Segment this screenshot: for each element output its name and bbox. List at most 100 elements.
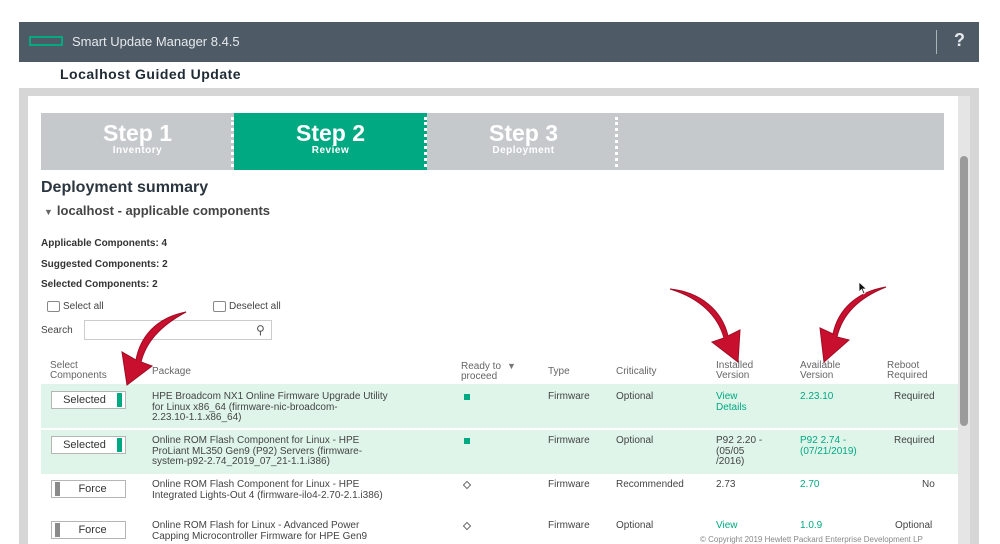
available-version: 2.70 [800, 479, 820, 490]
available-line: (07/21/2019) [800, 445, 857, 457]
step-1[interactable]: Step 1 Inventory [41, 113, 234, 170]
available-version: 2.23.10 [800, 391, 834, 403]
collapse-triangle-icon: ▼ [44, 207, 53, 217]
installed-version: P92 2.20 - (05/05 /2016) [716, 435, 763, 468]
suggested-count: Suggested Components: 2 [41, 259, 168, 270]
package-name[interactable]: Online ROM Flash Component for Linux - H… [152, 479, 383, 501]
step-1-label: Step 1 [102, 120, 173, 146]
selected-button[interactable]: Selected [51, 436, 126, 454]
reboot-cell: Required [894, 391, 935, 402]
selected-button[interactable]: Selected [51, 391, 126, 409]
available-version: 1.0.9 [800, 520, 823, 531]
step-2-label: Step 2 [295, 120, 366, 146]
table-row[interactable]: Selected Online ROM Flash Component for … [41, 430, 958, 474]
search-icon[interactable]: ⚲ [256, 323, 954, 337]
app-header: Smart Update Manager 8.4.5 ? [19, 22, 979, 62]
button-label: Force [78, 483, 107, 495]
search-input[interactable] [84, 320, 272, 340]
button-label: Selected [63, 439, 106, 451]
button-label: Selected [63, 394, 106, 406]
installed-version: 2.73 [716, 479, 736, 490]
col-available-line2: Version [800, 370, 834, 381]
step-3[interactable]: Step 3 Deployment [427, 113, 620, 170]
col-package[interactable]: Package [152, 367, 191, 377]
package-name[interactable]: Online ROM Flash Component for Linux - H… [152, 435, 362, 468]
scrollbar[interactable] [958, 96, 970, 544]
available-line: P92 2.74 - [800, 435, 847, 446]
status-bar-icon [117, 393, 122, 407]
package-line: system-p92-2.74_2019_07_21-1.1.i386) [152, 456, 330, 467]
help-icon[interactable]: ? [954, 30, 965, 51]
page-title: Localhost Guided Update [60, 66, 242, 82]
criticality-cell: Optional [616, 520, 654, 531]
step-3-label: Step 3 [488, 120, 559, 146]
package-line: 2.23.10-1.1.x86_64) [152, 412, 242, 423]
ready-square-icon [464, 438, 470, 444]
criticality-cell: Optional [616, 391, 654, 402]
type-cell: Firmware [548, 435, 590, 446]
hpe-logo-icon [29, 36, 63, 46]
type-cell: Firmware [548, 479, 590, 490]
col-available[interactable]: Available Version [800, 361, 840, 381]
header-divider [936, 30, 937, 54]
installed-line: /2016) [716, 456, 745, 467]
button-label: Force [78, 524, 107, 536]
sort-icon[interactable]: ▼ [507, 361, 516, 371]
force-button[interactable]: Force [51, 480, 126, 498]
criticality-cell: Optional [616, 435, 654, 446]
select-all-checkbox[interactable]: Select all [47, 301, 104, 312]
package-line: HPE Broadcom NX1 Online Firmware Upgrade… [152, 391, 388, 402]
col-select-line2: Components [50, 370, 107, 381]
search-label: Search [41, 325, 73, 336]
ready-square-icon [464, 394, 470, 400]
force-button[interactable]: Force [51, 521, 126, 539]
available-line: 2.23.10 [800, 391, 834, 402]
col-ready-line2: proceed [461, 371, 498, 382]
deselect-all-checkbox[interactable]: Deselect all [213, 301, 281, 312]
package-name[interactable]: Online ROM Flash for Linux - Advanced Po… [152, 520, 368, 542]
step-3-sub: Deployment [492, 145, 555, 156]
summary-title: Deployment summary [41, 179, 209, 196]
installed-line: Details [716, 401, 747, 413]
step-progress: Step 1 Inventory Step 2 Review Step 3 De… [41, 113, 944, 170]
installed-line: P92 2.20 - [716, 435, 763, 446]
col-criticality[interactable]: Criticality [616, 367, 657, 377]
table-row[interactable]: Selected HPE Broadcom NX1 Online Firmwar… [41, 384, 958, 428]
installed-line: View [716, 391, 738, 402]
criticality-cell: Recommended [616, 479, 684, 490]
select-all-label: Select all [63, 301, 104, 312]
host-label: localhost - applicable components [56, 203, 271, 218]
ready-diamond-icon [462, 521, 472, 531]
reboot-cell: No [922, 479, 935, 490]
col-type[interactable]: Type [548, 367, 570, 377]
available-version: P92 2.74 - (07/21/2019) [800, 435, 857, 457]
package-line: Online ROM Flash Component for Linux - H… [152, 479, 360, 490]
applicable-count: Applicable Components: 4 [41, 238, 168, 249]
mouse-cursor-icon [858, 281, 868, 295]
copyright-text: © Copyright 2019 Hewlett Packard Enterpr… [700, 535, 923, 544]
status-bar-icon [117, 438, 122, 452]
col-installed[interactable]: Installed Version [716, 361, 753, 381]
col-reboot[interactable]: Reboot Required [887, 361, 928, 381]
step-2[interactable]: Step 2 Review [234, 113, 427, 170]
col-ready[interactable]: Ready to ▼ proceed [461, 361, 516, 382]
package-line: Capping Microcontroller Firmware for HPE… [152, 530, 368, 542]
package-name[interactable]: HPE Broadcom NX1 Online Firmware Upgrade… [152, 391, 388, 424]
checkbox-icon [47, 301, 60, 312]
package-line: Online ROM Flash Component for Linux - H… [152, 435, 360, 446]
step-1-sub: Inventory [112, 145, 163, 156]
view-details-link[interactable]: View Details [716, 391, 747, 413]
selected-count: Selected Components: 2 [41, 279, 158, 290]
col-installed-line2: Version [716, 370, 750, 381]
app-title: Smart Update Manager 8.4.5 [72, 34, 240, 49]
host-toggle[interactable]: ▼ localhost - applicable components [44, 203, 270, 218]
ready-diamond-icon [462, 480, 472, 490]
table-row[interactable]: Force Online ROM Flash Component for Lin… [41, 476, 958, 516]
col-reboot-line2: Required [887, 370, 928, 381]
scroll-thumb[interactable] [960, 156, 968, 426]
col-select[interactable]: Select Components [50, 361, 107, 381]
reboot-cell: Required [894, 435, 935, 446]
package-line: Integrated Lights-Out 4 (firmware-ilo4-2… [152, 489, 383, 501]
reboot-cell: Optional [895, 520, 933, 531]
view-link[interactable]: View [716, 520, 738, 532]
